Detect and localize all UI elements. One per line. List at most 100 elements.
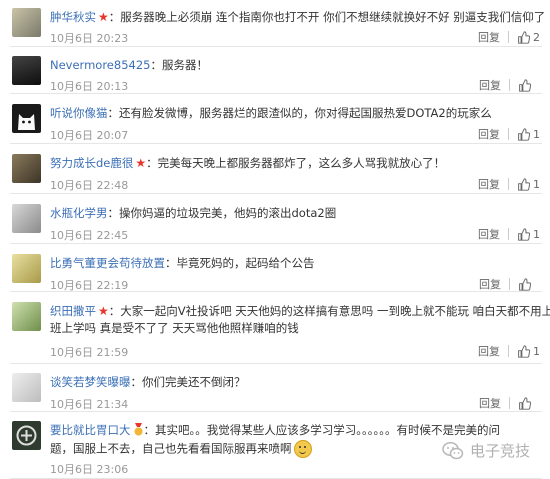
smile-emoji-icon [293,440,312,458]
comment-item: Nevermore85425：服务器！ 10月6日 20:13 回复 [0,47,550,94]
avatar[interactable] [12,154,41,183]
comment-text: 其实吧。。我觉得某些人应该多学习学习。。。。。。有时候不是完美的问 [155,423,500,437]
comment-actions: 回复 2 [478,29,540,45]
divider [509,278,510,290]
comment-body: 水瓶化学男：操你妈逼的垃圾完美，他妈的滚出dota2圈 [50,206,536,221]
reply-button[interactable]: 回复 [478,29,500,45]
timestamp: 10月6日 23:06 [50,463,129,476]
comment-text: 服务器！ [161,58,208,72]
timestamp: 10月6日 20:07 [50,129,129,142]
avatar[interactable] [12,302,41,331]
colon: ： [130,375,143,389]
colon: ： [150,58,162,72]
star-icon: ★ [98,304,109,318]
medal-icon [134,423,142,436]
like-count: 1 [533,177,540,191]
cat-avatar-icon [18,114,35,130]
reply-button[interactable]: 回复 [479,77,501,93]
like-button[interactable] [518,396,540,410]
comment-body: Nevermore85425：服务器！ [50,58,536,73]
comment-text: 你们完美还不倒闭？ [142,375,246,389]
colon: ： [143,423,156,437]
comment-text-line2: 题，国服上不去，自己也先看看国际服再来喷啊 [50,441,292,456]
username[interactable]: 要比就比胃口大 [50,423,131,437]
comment-text-continued: 题，国服上不去，自己也先看看国际服再来喷啊 [50,440,312,458]
like-button[interactable] [518,277,540,291]
thumb-up-icon [519,277,531,291]
avatar[interactable] [12,204,41,233]
comment-item: 肿华秋实 ★：服务器晚上必须崩 连个指南你也打不开 你们不想继续就换好不好 别逼支… [0,0,550,47]
comment-item: 听说你像猫：还有脸发微博，服务器烂的跟渣似的，你对得起国服热爱DOTA2的玩家么… [0,94,550,144]
like-count: 1 [533,127,540,141]
comment-body: 努力成长de鹿很 ★：完美每天晚上都服务器都炸了，这么多人骂我就放心了！ [50,156,536,171]
thumb-up-icon [518,344,530,358]
avatar[interactable] [12,8,41,37]
avatar[interactable] [12,254,41,283]
like-button[interactable]: 1 [517,228,540,241]
reply-button[interactable]: 回复 [479,395,501,411]
colon: ： [107,106,120,120]
username[interactable]: Nevermore85425 [50,58,150,72]
reply-button[interactable]: 回复 [478,343,500,359]
divider [508,228,509,240]
thumb-up-icon [519,78,531,92]
username[interactable]: 谈笑若梦笑曝曝 [50,375,131,389]
like-count: 1 [533,344,540,358]
like-button[interactable]: 1 [517,345,540,358]
divider [508,128,509,140]
star-icon: ★ [135,156,147,170]
comment-item: 努力成长de鹿很 ★：完美每天晚上都服务器都炸了，这么多人骂我就放心了！ 10月6… [0,144,550,194]
like-button[interactable]: 1 [517,178,540,191]
like-button[interactable]: 2 [517,31,540,44]
thumb-up-icon [518,127,530,141]
comment-body: 谈笑若梦笑曝曝：你们完美还不倒闭？ [50,375,536,390]
reply-button[interactable]: 回复 [479,276,501,292]
divider [509,79,510,91]
comment-actions: 回复 1 [478,126,540,142]
comment-text: 毕竟死妈的，起码给个公告 [176,256,315,270]
comment-text-continued: 班上学吗 真是受不了了 天天骂他他照样赚咱的钱 [50,321,299,335]
colon: ： [107,206,120,220]
avatar[interactable] [12,56,41,85]
timestamp: 10月6日 22:19 [50,279,129,292]
timestamp: 10月6日 20:13 [50,80,129,93]
avatar[interactable] [12,373,41,402]
comment-actions: 回复 [479,77,540,93]
like-count: 2 [533,30,540,44]
comment-text: 完美每天晚上都服务器都炸了，这么多人骂我就放心了！ [157,156,446,170]
like-button[interactable] [518,78,540,92]
divider [509,397,510,409]
comment-text: 还有脸发微博，服务器烂的跟渣似的，你对得起国服热爱DOTA2的玩家么 [119,106,492,120]
reply-button[interactable]: 回复 [478,226,500,242]
thumb-up-icon [518,177,530,191]
username[interactable]: 水瓶化学男 [50,206,108,220]
watermark: 电子竞技 [442,440,530,461]
comment-item: 织田撒平 ★：大家一起向V社投诉吧 天天他妈的这样搞有意思吗 一到晚上就不能玩 咱… [0,292,550,364]
wechat-logo-icon [442,441,464,459]
username[interactable]: 织田撒平 [50,304,96,318]
comment-actions: 回复 1 [478,176,540,192]
comment-text: 操你妈逼的垃圾完美，他妈的滚出dota2圈 [119,206,337,220]
colon: ： [146,156,158,170]
thumb-up-icon [518,30,530,44]
avatar[interactable] [12,104,41,133]
colon: ： [108,304,121,318]
reply-button[interactable]: 回复 [478,126,500,142]
username[interactable]: 比勇气董更会苟待放置 [50,256,165,270]
colon: ： [108,10,121,24]
comment-item: 水瓶化学男：操你妈逼的垃圾完美，他妈的滚出dota2圈 10月6日 22:45 … [0,194,550,244]
watermark-text: 电子竞技 [469,442,530,460]
divider [508,178,509,190]
comment-text: 服务器晚上必须崩 连个指南你也打不开 你们不想继续就换好不好 别逼支我们信仰了 [120,10,546,24]
comment-actions: 回复 1 [478,343,540,359]
comment-body: 肿华秋实 ★：服务器晚上必须崩 连个指南你也打不开 你们不想继续就换好不好 别逼支… [50,10,545,25]
username[interactable]: 肿华秋实 [50,10,96,24]
username[interactable]: 听说你像猫 [50,106,108,120]
username[interactable]: 努力成长de鹿很 [50,156,133,170]
reply-button[interactable]: 回复 [478,176,500,192]
like-count: 1 [533,227,540,241]
divider [508,31,509,43]
logo-avatar-icon [16,425,37,446]
avatar[interactable] [12,421,41,450]
like-button[interactable]: 1 [517,128,540,141]
